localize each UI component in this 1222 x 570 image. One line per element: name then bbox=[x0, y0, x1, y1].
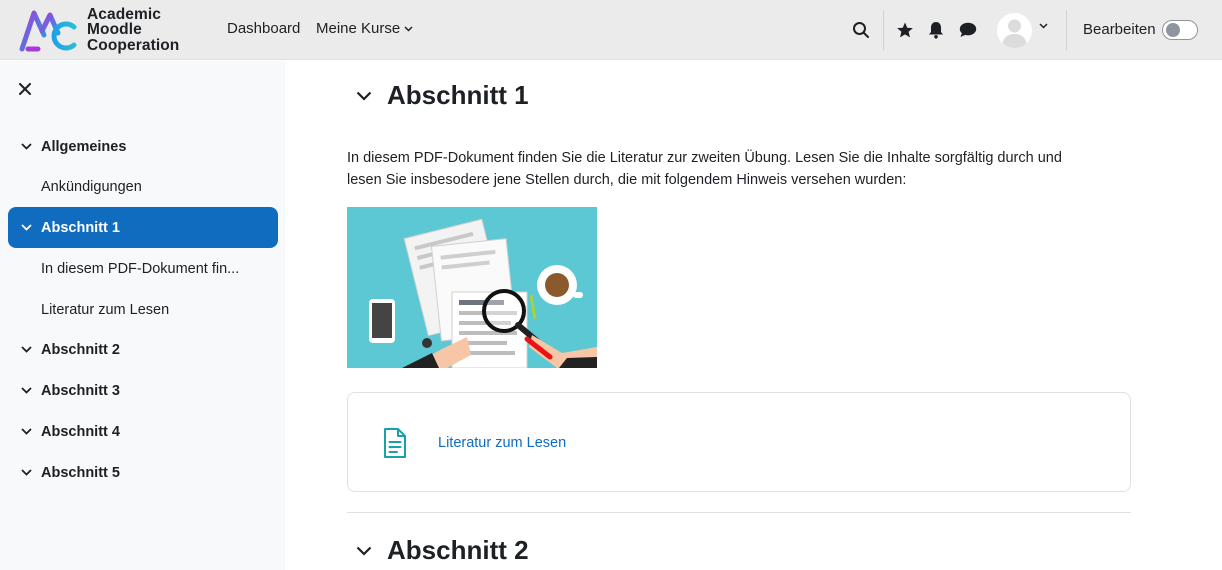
navbar-divider bbox=[883, 10, 884, 50]
nav-dashboard-link[interactable]: Dashboard bbox=[227, 20, 300, 37]
sidebar-item-literatur[interactable]: Literatur zum Lesen bbox=[8, 289, 278, 330]
course-content: Abschnitt 1 In diesem PDF-Dokument finde… bbox=[285, 61, 1222, 570]
sidebar-item-label: Abschnitt 2 bbox=[41, 341, 120, 358]
chevron-down-icon[interactable] bbox=[19, 143, 33, 150]
bell-icon[interactable] bbox=[925, 19, 947, 41]
chevron-down-icon[interactable] bbox=[19, 387, 33, 394]
section-title: Abschnitt 2 bbox=[387, 535, 529, 565]
brand-line-2: Moodle bbox=[87, 21, 142, 39]
sidebar-item-label: Literatur zum Lesen bbox=[41, 301, 170, 318]
sidebar-section-abschnitt-5[interactable]: Abschnitt 5 bbox=[8, 452, 278, 493]
sidebar-item-label: Abschnitt 5 bbox=[41, 464, 120, 481]
activity-link[interactable]: Literatur zum Lesen bbox=[438, 435, 566, 451]
activity-card: Literatur zum Lesen bbox=[347, 392, 1131, 492]
sidebar-item-ankuendigungen[interactable]: Ankündigungen bbox=[8, 166, 278, 207]
sidebar-item-label: Ankündigungen bbox=[41, 178, 142, 195]
sidebar-section-abschnitt-2[interactable]: Abschnitt 2 bbox=[8, 329, 278, 370]
nav-my-courses-label: Meine Kurse bbox=[316, 20, 401, 37]
chevron-down-icon bbox=[404, 24, 413, 35]
avatar[interactable] bbox=[997, 13, 1032, 48]
sidebar-section-abschnitt-4[interactable]: Abschnitt 4 bbox=[8, 411, 278, 452]
search-icon[interactable] bbox=[850, 19, 872, 41]
brand-name: Academic Moodle Cooperation bbox=[87, 7, 179, 54]
sidebar-section-abschnitt-3[interactable]: Abschnitt 3 bbox=[8, 370, 278, 411]
section-header-abschnitt-1[interactable]: Abschnitt 1 bbox=[355, 80, 529, 111]
edit-mode-toggle[interactable] bbox=[1162, 20, 1198, 40]
amc-logo-icon bbox=[19, 10, 77, 52]
chat-icon[interactable] bbox=[957, 19, 979, 41]
edit-mode-label: Bearbeiten bbox=[1083, 21, 1156, 38]
section-summary: In diesem PDF-Dokument finden Sie die Li… bbox=[347, 147, 1087, 191]
toggle-knob bbox=[1166, 23, 1180, 37]
close-icon[interactable] bbox=[17, 81, 33, 97]
sidebar-item-label: Allgemeines bbox=[41, 138, 127, 155]
chevron-down-icon[interactable] bbox=[355, 542, 373, 560]
section-header-abschnitt-2[interactable]: Abschnitt 2 bbox=[355, 535, 529, 566]
sidebar-section-allgemeines[interactable]: Allgemeines bbox=[8, 126, 278, 167]
section-divider bbox=[347, 512, 1131, 513]
brand-line-3: Cooperation bbox=[87, 36, 180, 54]
chevron-down-icon[interactable] bbox=[19, 428, 33, 435]
chevron-down-icon[interactable] bbox=[19, 346, 33, 353]
chevron-down-icon[interactable] bbox=[355, 87, 373, 105]
course-index-drawer: Allgemeines Ankündigungen Abschnitt 1 In… bbox=[0, 61, 285, 570]
sidebar-item-label: Abschnitt 4 bbox=[41, 423, 120, 440]
summary-line: lesen Sie insbesodere jene Stellen durch… bbox=[347, 172, 907, 188]
nav-my-courses-dropdown[interactable]: Meine Kurse bbox=[316, 20, 413, 37]
brand-logo[interactable]: Academic Moodle Cooperation bbox=[18, 5, 179, 55]
sidebar-item-label: Abschnitt 3 bbox=[41, 382, 120, 399]
document-review-illustration bbox=[347, 207, 597, 368]
chevron-down-icon[interactable] bbox=[19, 224, 33, 231]
sidebar-section-abschnitt-1[interactable]: Abschnitt 1 bbox=[8, 207, 278, 248]
sidebar-item-pdf-dokument[interactable]: In diesem PDF-Dokument fin... bbox=[8, 248, 278, 289]
chevron-down-icon[interactable] bbox=[1039, 21, 1048, 32]
star-icon[interactable] bbox=[894, 19, 916, 41]
section-title: Abschnitt 1 bbox=[387, 80, 529, 110]
sidebar-item-label: In diesem PDF-Dokument fin... bbox=[41, 260, 240, 277]
document-icon[interactable] bbox=[370, 418, 420, 468]
navbar-divider bbox=[1066, 10, 1067, 50]
chevron-down-icon[interactable] bbox=[19, 469, 33, 476]
top-navbar: Academic Moodle Cooperation Dashboard Me… bbox=[0, 0, 1222, 60]
summary-line: In diesem PDF-Dokument finden Sie die Li… bbox=[347, 150, 1062, 166]
brand-line-1: Academic bbox=[87, 5, 162, 23]
sidebar-item-label: Abschnitt 1 bbox=[41, 219, 120, 236]
